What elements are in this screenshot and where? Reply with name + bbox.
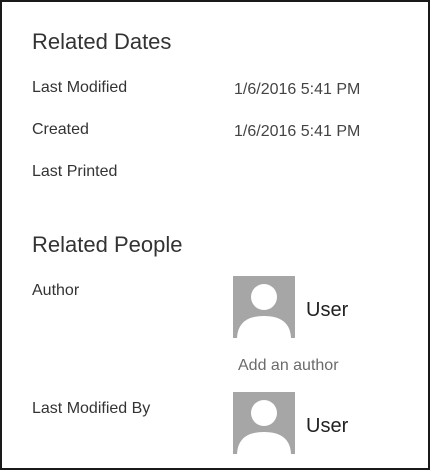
last-modified-value: 1/6/2016 5:41 PM <box>234 81 361 98</box>
user-avatar-icon <box>233 392 295 454</box>
last-modified-by-label: Last Modified By <box>32 400 151 417</box>
related-dates-heading: Related Dates <box>32 29 172 54</box>
author-person[interactable]: User <box>233 276 413 338</box>
created-value: 1/6/2016 5:41 PM <box>234 123 361 140</box>
last-modified-by-name: User <box>306 415 349 437</box>
author-label: Author <box>32 282 80 299</box>
last-modified-label: Last Modified <box>32 79 128 96</box>
created-label: Created <box>32 121 89 138</box>
author-name: User <box>306 299 349 321</box>
properties-panel: Related Dates Last Modified 1/6/2016 5:4… <box>0 0 430 470</box>
last-printed-label: Last Printed <box>32 163 118 180</box>
add-author-link[interactable]: Add an author <box>238 356 339 376</box>
user-avatar-icon <box>233 276 295 338</box>
related-people-heading: Related People <box>32 232 183 257</box>
last-modified-by-person[interactable]: User <box>233 392 413 454</box>
